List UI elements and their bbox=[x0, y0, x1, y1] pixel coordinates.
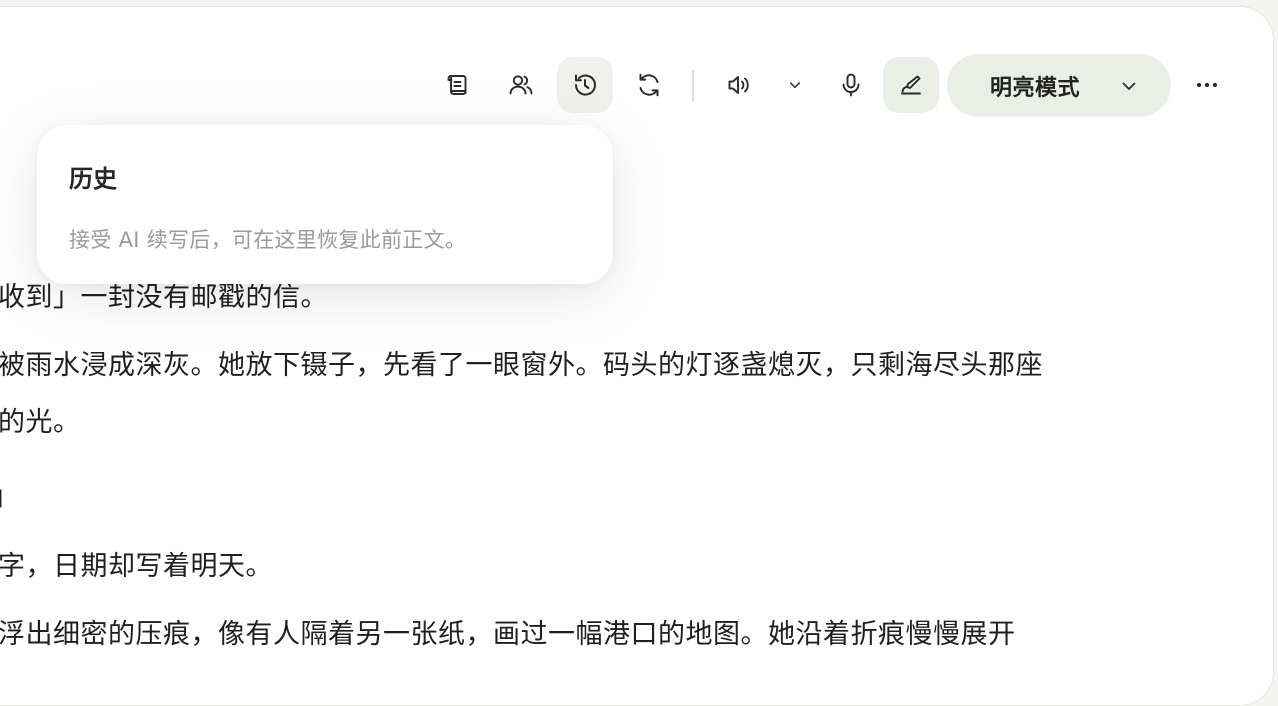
more-button[interactable] bbox=[1182, 57, 1232, 113]
outline-button[interactable] bbox=[429, 57, 485, 113]
history-popover-title: 历史 bbox=[69, 165, 117, 193]
characters-button[interactable] bbox=[493, 57, 549, 113]
paragraph-line: 的光。 bbox=[0, 407, 81, 438]
chevron-down-icon bbox=[789, 82, 801, 89]
paragraph-line: 浮出细密的压痕，像有人隔着另一张纸，画过一幅港口的地图。她沿着折痕慢慢展开 bbox=[0, 619, 1016, 650]
theme-mode-selector[interactable]: 明亮模式 bbox=[947, 54, 1171, 117]
scroll-icon bbox=[447, 75, 467, 95]
speaker-icon bbox=[728, 76, 749, 94]
more-horizontal-icon bbox=[1196, 82, 1218, 88]
history-popover: 历史 接受 AI 续写后，可在这里恢复此前正文。 bbox=[37, 125, 613, 284]
paragraph-line: 字，日期却写着明天。 bbox=[0, 551, 273, 582]
chevron-down-icon bbox=[1122, 82, 1136, 90]
regenerate-button[interactable] bbox=[621, 57, 677, 113]
paragraph-line: 」 bbox=[0, 474, 20, 513]
brush-icon bbox=[901, 75, 921, 95]
history-icon bbox=[574, 74, 596, 96]
refresh-icon bbox=[639, 73, 659, 97]
users-icon bbox=[509, 75, 533, 95]
microphone-button[interactable] bbox=[823, 57, 879, 113]
brush-button[interactable] bbox=[883, 57, 939, 113]
theme-mode-label: 明亮模式 bbox=[990, 75, 1081, 101]
editor-toolbar: 明亮模式 bbox=[0, 0, 1278, 130]
toolbar-divider bbox=[692, 70, 694, 101]
history-popover-description: 接受 AI 续写后，可在这里恢复此前正文。 bbox=[69, 228, 467, 252]
voice-dropdown-button[interactable] bbox=[772, 57, 818, 113]
paragraph-line: 被雨水浸成深灰。她放下镊子，先看了一眼窗外。码头的灯逐盏熄灭，只剩海尽头那座 bbox=[0, 350, 1043, 381]
voice-button[interactable] bbox=[711, 57, 767, 113]
history-button[interactable] bbox=[557, 57, 613, 113]
microphone-icon bbox=[842, 73, 860, 97]
